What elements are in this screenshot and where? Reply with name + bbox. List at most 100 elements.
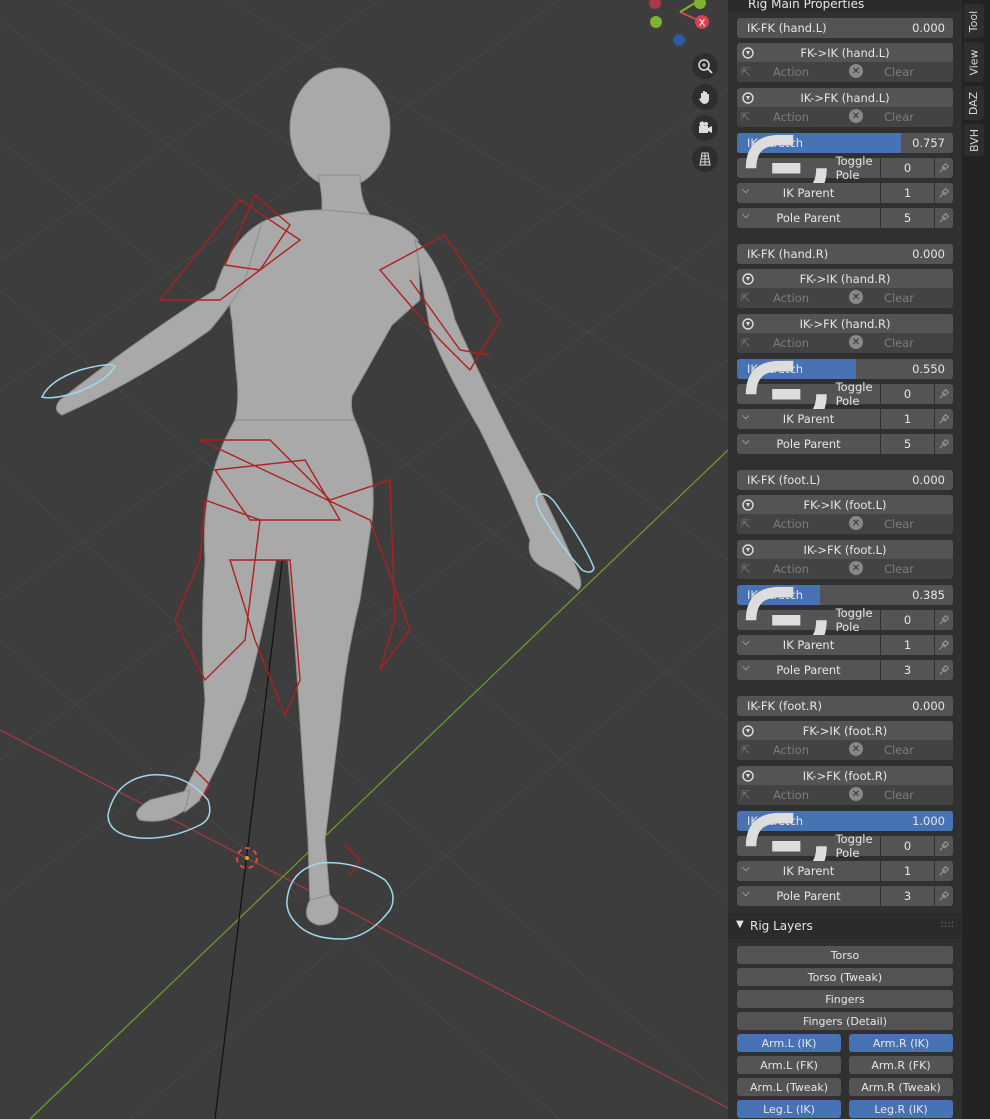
operator-icon [742, 92, 754, 104]
layer-button-right[interactable]: Arm.R (FK) [849, 1056, 953, 1074]
hand-pan-icon[interactable] [692, 84, 718, 110]
pole-parent-value[interactable]: 5 [881, 208, 934, 228]
properties-sidebar: Rig Main Properties IK-FK (hand.L) 0.000… [728, 0, 962, 1119]
eyedropper-button[interactable] [935, 660, 953, 680]
eyedropper-icon [939, 664, 950, 675]
layer-button-left[interactable]: Leg.L (IK) [737, 1100, 841, 1118]
toggle-pole-button[interactable]: Toggle Pole [737, 134, 880, 202]
ik-to-fk-button[interactable]: IK->FK (foot.L) [737, 540, 953, 560]
eyedropper-button[interactable] [935, 861, 953, 881]
ikfk-slider[interactable]: IK-FK (foot.R) 0.000 [737, 696, 953, 716]
eyedropper-button[interactable] [935, 384, 953, 404]
eyedropper-button[interactable] [935, 208, 953, 228]
pole-parent-value[interactable]: 5 [881, 434, 934, 454]
layer-button-left[interactable]: Arm.L (FK) [737, 1056, 841, 1074]
toggle-pole-button[interactable]: Toggle Pole [737, 360, 880, 428]
ik-to-fk-button[interactable]: IK->FK (foot.R) [737, 766, 953, 786]
fk-to-ik-button[interactable]: FK->IK (hand.R) [737, 269, 953, 289]
layer-button[interactable]: Fingers [737, 990, 953, 1008]
ik-to-fk-label: IK->FK (foot.L) [803, 543, 887, 557]
layer-button[interactable]: Fingers (Detail) [737, 1012, 953, 1030]
clear-button[interactable]: ✕ Clear [845, 107, 953, 127]
toggle-pole-value[interactable]: 0 [881, 610, 934, 630]
action-field[interactable]: ⇱ Action [737, 288, 845, 308]
clear-button[interactable]: ✕ Clear [845, 62, 953, 82]
tab-bvh[interactable]: BVH [964, 124, 984, 156]
toggle-pole-value[interactable]: 0 [881, 836, 934, 856]
panel-header[interactable]: Rig Main Properties [728, 0, 962, 12]
pole-parent-value[interactable]: 3 [881, 886, 934, 906]
pole-parent-dropdown[interactable]: ⌵ Pole Parent [737, 660, 880, 680]
viewport-scene: X [0, 0, 728, 1119]
chevron-down-icon: ⌵ [742, 210, 750, 221]
clear-button[interactable]: ✕ Clear [845, 333, 953, 353]
eyedropper-button[interactable] [935, 158, 953, 178]
drag-handle-icon[interactable]: :::: [941, 919, 954, 930]
layer-button-left[interactable]: Arm.L (IK) [737, 1034, 841, 1052]
tab-tool[interactable]: Tool [964, 4, 984, 38]
pole-parent-value[interactable]: 3 [881, 660, 934, 680]
action-field[interactable]: ⇱ Action [737, 740, 845, 760]
operator-icon [742, 47, 754, 59]
ik-parent-dropdown[interactable]: ⌵ IK Parent [737, 409, 880, 429]
ik-to-fk-button[interactable]: IK->FK (hand.L) [737, 88, 953, 108]
zoom-icon[interactable] [692, 53, 718, 79]
svg-text:X: X [699, 18, 706, 29]
eyedropper-button[interactable] [935, 409, 953, 429]
eyedropper-button[interactable] [935, 635, 953, 655]
toggle-pole-button[interactable]: Toggle Pole [737, 586, 880, 654]
pole-parent-dropdown[interactable]: ⌵ Pole Parent [737, 434, 880, 454]
clear-label: Clear [883, 517, 915, 531]
ik-parent-dropdown[interactable]: ⌵ IK Parent [737, 635, 880, 655]
ik-parent-value[interactable]: 1 [881, 409, 934, 429]
clear-button[interactable]: ✕ Clear [845, 785, 953, 805]
fk-to-ik-button[interactable]: FK->IK (hand.L) [737, 43, 953, 63]
layer-button[interactable]: Torso [737, 946, 953, 964]
eyedropper-button[interactable] [935, 434, 953, 454]
clear-button[interactable]: ✕ Clear [845, 288, 953, 308]
ikfk-slider[interactable]: IK-FK (hand.L) 0.000 [737, 18, 953, 38]
toggle-pole-value[interactable]: 0 [881, 158, 934, 178]
clear-button[interactable]: ✕ Clear [845, 740, 953, 760]
eyedropper-button[interactable] [935, 836, 953, 856]
eyedropper-button[interactable] [935, 183, 953, 203]
ik-parent-dropdown[interactable]: ⌵ IK Parent [737, 861, 880, 881]
ik-parent-value[interactable]: 1 [881, 183, 934, 203]
tab-view[interactable]: View [964, 42, 984, 82]
action-label: Action [772, 743, 810, 757]
clear-button[interactable]: ✕ Clear [845, 559, 953, 579]
grid-icon[interactable] [692, 146, 718, 172]
rig-layers-header[interactable]: ▼ Rig Layers :::: [728, 913, 962, 939]
tab-daz[interactable]: DAZ [964, 86, 984, 120]
layer-button[interactable]: Torso (Tweak) [737, 968, 953, 986]
pole-parent-row: ⌵ Pole Parent 5 [737, 434, 953, 454]
ikfk-slider[interactable]: IK-FK (hand.R) 0.000 [737, 244, 953, 264]
ik-parent-row: ⌵ IK Parent 1 [737, 183, 953, 203]
camera-icon[interactable] [692, 115, 718, 141]
ikfk-slider[interactable]: IK-FK (foot.L) 0.000 [737, 470, 953, 490]
action-field[interactable]: ⇱ Action [737, 514, 845, 534]
ik-to-fk-button[interactable]: IK->FK (hand.R) [737, 314, 953, 334]
fk-to-ik-button[interactable]: FK->IK (foot.R) [737, 721, 953, 741]
toggle-pole-value[interactable]: 0 [881, 384, 934, 404]
fk-to-ik-button[interactable]: FK->IK (foot.L) [737, 495, 953, 515]
clear-button[interactable]: ✕ Clear [845, 514, 953, 534]
axis-gizmo[interactable]: X [649, 0, 709, 46]
cursor-icon: ⇱ [741, 291, 751, 305]
layer-button-right[interactable]: Leg.R (IK) [849, 1100, 953, 1118]
eyedropper-button[interactable] [935, 886, 953, 906]
toggle-pole-label: Toggle Pole [835, 380, 873, 408]
ik-parent-dropdown[interactable]: ⌵ IK Parent [737, 183, 880, 203]
layer-button-left[interactable]: Arm.L (Tweak) [737, 1078, 841, 1096]
ik-parent-value[interactable]: 1 [881, 861, 934, 881]
layer-button-right[interactable]: Arm.R (Tweak) [849, 1078, 953, 1096]
pole-parent-dropdown[interactable]: ⌵ Pole Parent [737, 208, 880, 228]
action-field[interactable]: ⇱ Action [737, 62, 845, 82]
toggle-pole-button[interactable]: Toggle Pole [737, 812, 880, 880]
pole-parent-dropdown[interactable]: ⌵ Pole Parent [737, 886, 880, 906]
eyedropper-button[interactable] [935, 610, 953, 630]
x-circle-icon: ✕ [849, 787, 863, 801]
layer-button-right[interactable]: Arm.R (IK) [849, 1034, 953, 1052]
ik-parent-value[interactable]: 1 [881, 635, 934, 655]
3d-viewport[interactable]: X [0, 0, 728, 1119]
